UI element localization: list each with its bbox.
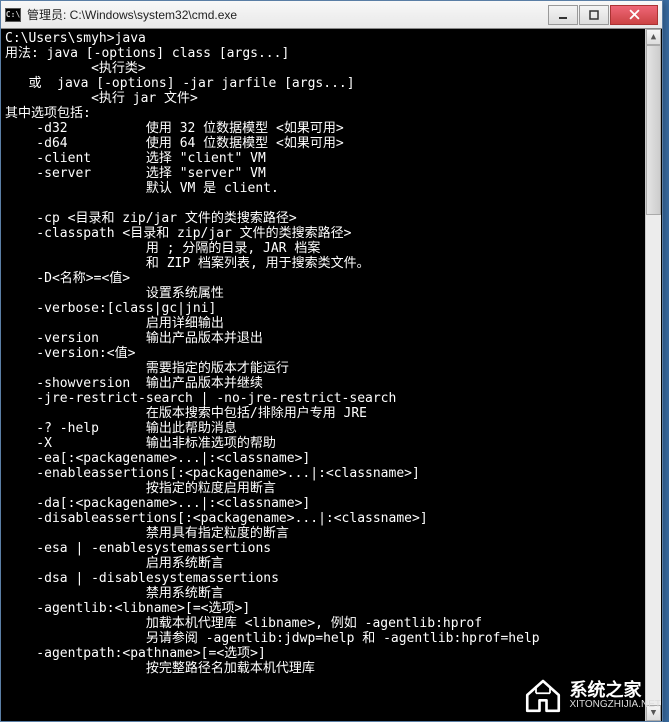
scroll-down-button[interactable]: ▼ <box>646 705 661 721</box>
vertical-scrollbar[interactable]: ▲ ▼ <box>645 29 661 721</box>
app-icon: C:\ <box>5 8 21 22</box>
terminal-output[interactable]: C:\Users\smyh>java 用法: java [-options] c… <box>1 29 662 721</box>
minimize-icon <box>558 10 568 20</box>
maximize-icon <box>589 10 599 20</box>
close-button[interactable] <box>610 5 658 25</box>
window-title: 管理员: C:\Windows\system32\cmd.exe <box>27 6 547 23</box>
titlebar[interactable]: C:\ 管理员: C:\Windows\system32\cmd.exe <box>1 1 662 29</box>
window-buttons <box>547 5 658 25</box>
close-icon <box>629 9 640 20</box>
cmd-window: C:\ 管理员: C:\Windows\system32\cmd.exe C:\… <box>0 0 663 722</box>
scroll-up-button[interactable]: ▲ <box>646 29 661 45</box>
scroll-thumb[interactable] <box>646 45 661 215</box>
minimize-button[interactable] <box>548 5 578 25</box>
maximize-button[interactable] <box>579 5 609 25</box>
